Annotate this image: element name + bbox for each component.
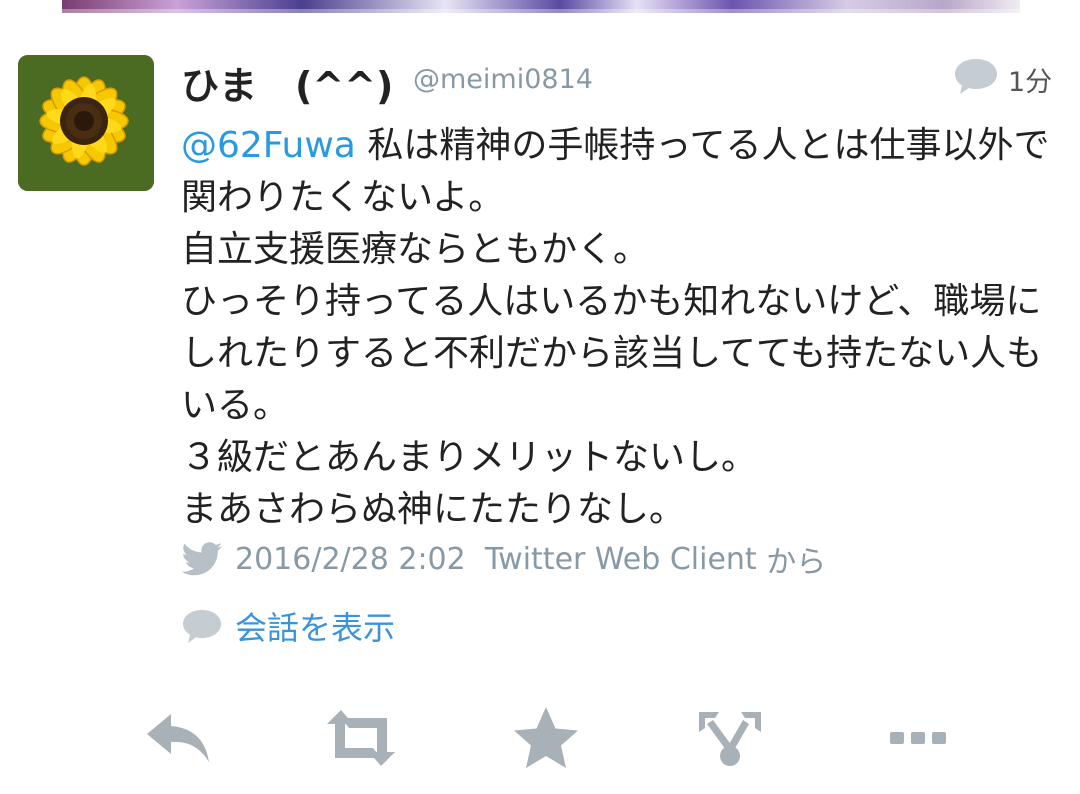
- client-name[interactable]: Twitter Web Client: [485, 542, 757, 577]
- retweet-button[interactable]: [323, 698, 399, 778]
- avatar[interactable]: [18, 55, 154, 191]
- favorite-button[interactable]: [508, 698, 584, 778]
- tweet-body: 私は精神の手帳持ってる人とは仕事以外で関わりたくないよ。 自立支援医療ならともか…: [181, 125, 1050, 530]
- speech-bubble-icon: [955, 59, 997, 94]
- speech-bubble-icon: [183, 610, 221, 643]
- tweet-meta: 2016/2/28 2:02 Twitter Web Client から: [181, 537, 826, 581]
- tweet-text: @62Fuwa 私は精神の手帳持ってる人とは仕事以外で関わりたくないよ。 自立支…: [181, 120, 1061, 536]
- share-icon: [699, 712, 761, 766]
- mention-link[interactable]: @62Fuwa: [181, 125, 356, 166]
- favorite-star-icon: [514, 707, 578, 768]
- more-button[interactable]: [880, 698, 956, 778]
- client-suffix: から: [766, 545, 827, 580]
- tweet-actions-bar: [0, 698, 1080, 778]
- tweet-timestamp: 2016/2/28 2:02: [235, 541, 466, 577]
- view-conversation-link[interactable]: 会話を表示: [181, 604, 395, 648]
- sunflower-avatar-icon: [18, 55, 154, 191]
- retweet-icon: [327, 710, 395, 766]
- twitter-bird-icon: [181, 542, 222, 576]
- share-button[interactable]: [692, 698, 768, 778]
- more-icon: [890, 732, 946, 744]
- reply-icon: [147, 714, 209, 762]
- user-handle[interactable]: @meimi0814: [413, 64, 593, 95]
- reply-button[interactable]: [140, 698, 216, 778]
- top-banner-image: [62, 0, 1020, 13]
- time-ago: 1分: [1008, 67, 1053, 98]
- view-conversation-label[interactable]: 会話を表示: [235, 603, 395, 649]
- display-name[interactable]: ひま (^^): [181, 55, 393, 110]
